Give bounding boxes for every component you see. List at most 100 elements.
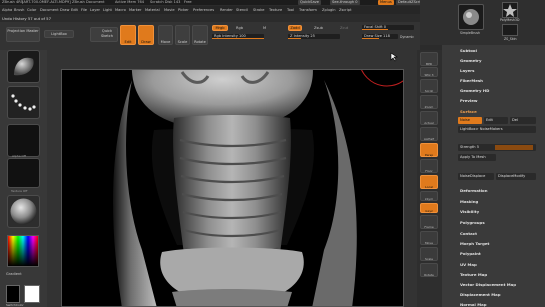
scale-view-button[interactable]: Scale bbox=[420, 247, 438, 261]
edit-button[interactable]: Edit bbox=[120, 25, 136, 45]
zsub-toggle[interactable]: Zsub bbox=[314, 26, 323, 30]
m-toggle[interactable]: M bbox=[263, 26, 266, 30]
menu-light[interactable]: Light bbox=[103, 6, 112, 14]
mrgb-toggle[interactable]: Mrgb bbox=[212, 25, 228, 31]
preview-menu[interactable]: Preview bbox=[460, 98, 478, 103]
rgb-toggle[interactable]: Rgb bbox=[236, 26, 243, 30]
polygroups-menu[interactable]: Polygroups bbox=[460, 220, 485, 225]
gxyz-button[interactable]: Gxyz bbox=[420, 203, 438, 213]
menu-brush[interactable]: Brush bbox=[14, 6, 24, 14]
see-through-slider[interactable]: See-through 0 bbox=[330, 0, 360, 5]
dynamic-toggle[interactable]: Dynamic bbox=[400, 35, 414, 39]
menu-edit[interactable]: Edit bbox=[71, 6, 78, 14]
local-button[interactable]: Local bbox=[420, 175, 438, 189]
morph-target-menu[interactable]: Morph Target bbox=[460, 241, 489, 246]
primary-color-swatch[interactable] bbox=[24, 285, 40, 303]
zs-skin-thumbnail[interactable] bbox=[502, 24, 518, 36]
focal-shift-slider[interactable]: Focal Shift 0 bbox=[362, 25, 414, 30]
menu-document[interactable]: Document bbox=[40, 6, 59, 14]
quick-sketch-button[interactable]: Quick Sketch bbox=[90, 27, 118, 42]
menu-marker[interactable]: Marker bbox=[129, 6, 141, 14]
frame-button[interactable]: Frame bbox=[420, 215, 438, 229]
menu-movie[interactable]: Movie bbox=[164, 6, 175, 14]
zadd-toggle[interactable]: Zadd bbox=[288, 25, 302, 31]
uv-map-menu[interactable]: UV Map bbox=[460, 262, 477, 267]
menu-file[interactable]: File bbox=[81, 6, 87, 14]
lightbox-button[interactable]: LightBox bbox=[44, 30, 74, 38]
menu-stroke[interactable]: Stroke bbox=[253, 6, 264, 14]
menu-preferences[interactable]: Preferences bbox=[193, 6, 214, 14]
persp-button[interactable]: Persp bbox=[420, 143, 438, 157]
menu-texture[interactable]: Texture bbox=[269, 6, 282, 14]
zcut-toggle[interactable]: Zcut bbox=[340, 26, 348, 30]
visibility-menu[interactable]: Visibility bbox=[460, 209, 479, 214]
lsym-button[interactable]: LSym bbox=[420, 191, 438, 201]
lightbox-noisemakers-button[interactable]: LightBox> NoiseMakers bbox=[458, 126, 536, 133]
menu-stencil[interactable]: Stencil bbox=[236, 6, 248, 14]
menu-macro[interactable]: Macro bbox=[115, 6, 126, 14]
sculpt-model[interactable] bbox=[62, 70, 404, 307]
stroke-thumbnail[interactable] bbox=[7, 86, 40, 119]
z-intensity-slider[interactable]: Z Intensity 25 bbox=[288, 34, 340, 39]
draw-size-slider[interactable]: Draw Size 118 bbox=[362, 34, 398, 39]
menu-material[interactable]: Material bbox=[145, 6, 160, 14]
texture-thumbnail[interactable] bbox=[7, 158, 40, 188]
spix-slider[interactable]: SPix 3 bbox=[420, 67, 438, 77]
polypaint-menu[interactable]: Polypaint bbox=[460, 251, 481, 256]
rotate-button[interactable]: Rotate bbox=[192, 25, 208, 45]
strength-slider[interactable]: Strength 5 bbox=[458, 144, 536, 151]
color-picker[interactable] bbox=[7, 235, 39, 267]
actual-button[interactable]: Actual bbox=[420, 111, 438, 125]
texture-map-menu[interactable]: Texture Map bbox=[460, 272, 487, 277]
apply-to-mesh-button[interactable]: Apply To Mesh bbox=[458, 154, 496, 161]
menu-picker[interactable]: Picker bbox=[178, 6, 189, 14]
vector-displacement-map-menu[interactable]: Vector Displacement Map bbox=[460, 282, 516, 287]
menu-layer[interactable]: Layer bbox=[90, 6, 100, 14]
layers-menu[interactable]: Layers bbox=[460, 68, 474, 73]
geometry-hd-menu[interactable]: Geometry HD bbox=[460, 88, 489, 93]
normal-map-menu[interactable]: Normal Map bbox=[460, 302, 487, 307]
scroll-button[interactable]: Scroll bbox=[420, 79, 438, 93]
geometry-menu[interactable]: Geometry bbox=[460, 58, 482, 63]
floor-button[interactable]: Floor bbox=[420, 159, 438, 173]
masking-menu[interactable]: Masking bbox=[460, 199, 478, 204]
menus-toggle[interactable]: Menus bbox=[378, 0, 394, 5]
current-tool-thumbnail[interactable] bbox=[458, 4, 484, 30]
rotate-view-button[interactable]: Rotate bbox=[420, 263, 438, 277]
noise-button[interactable]: Noise bbox=[458, 117, 482, 124]
deformation-menu[interactable]: Deformation bbox=[460, 188, 487, 193]
draw-button[interactable]: Draw bbox=[138, 25, 154, 45]
menu-render[interactable]: Render bbox=[220, 6, 233, 14]
polymesh3d-thumbnail[interactable] bbox=[502, 2, 518, 18]
rgb-intensity-slider[interactable]: Rgb Intensity 100 bbox=[212, 34, 264, 39]
bpr-button[interactable]: BPR bbox=[420, 52, 438, 66]
menu-zplugin[interactable]: Zplugin bbox=[322, 6, 336, 14]
noise-displace-slider[interactable]: NoiseDisplace bbox=[458, 173, 494, 180]
contact-menu[interactable]: Contact bbox=[460, 231, 477, 236]
projection-master-button[interactable]: Projection Master bbox=[6, 27, 40, 42]
move-view-button[interactable]: Move bbox=[420, 231, 438, 245]
material-thumbnail[interactable] bbox=[7, 195, 40, 228]
menu-transform[interactable]: Transform bbox=[299, 6, 317, 14]
surface-edit-button[interactable]: Edit bbox=[484, 117, 508, 124]
fibermesh-menu[interactable]: FiberMesh bbox=[460, 78, 483, 83]
menu-tool[interactable]: Tool bbox=[287, 6, 294, 14]
current-brush-thumbnail[interactable] bbox=[7, 50, 40, 83]
menu-zscript[interactable]: Zscript bbox=[339, 6, 351, 14]
surface-menu[interactable]: Surface bbox=[460, 109, 477, 114]
subtool-menu[interactable]: Subtool bbox=[460, 48, 477, 53]
scale-button[interactable]: Scale bbox=[175, 25, 190, 45]
displacement-map-menu[interactable]: Displacement Map bbox=[460, 292, 501, 297]
move-button[interactable]: Move bbox=[158, 25, 173, 45]
menu-draw[interactable]: Draw bbox=[60, 6, 69, 14]
document-canvas[interactable] bbox=[61, 69, 404, 307]
switch-color-label[interactable]: SwitchColor bbox=[6, 303, 24, 307]
menu-alpha[interactable]: Alpha bbox=[2, 6, 12, 14]
secondary-color-swatch[interactable] bbox=[6, 285, 20, 303]
quicksave-button[interactable]: QuickSave bbox=[298, 0, 321, 5]
zoom-button[interactable]: Zoom bbox=[420, 95, 438, 109]
alpha-thumbnail[interactable] bbox=[7, 124, 40, 157]
surface-del-button[interactable]: Del bbox=[510, 117, 536, 124]
displace-modify-slider[interactable]: DisplaceModify bbox=[496, 173, 536, 180]
aahalf-button[interactable]: AAHalf bbox=[420, 127, 438, 141]
